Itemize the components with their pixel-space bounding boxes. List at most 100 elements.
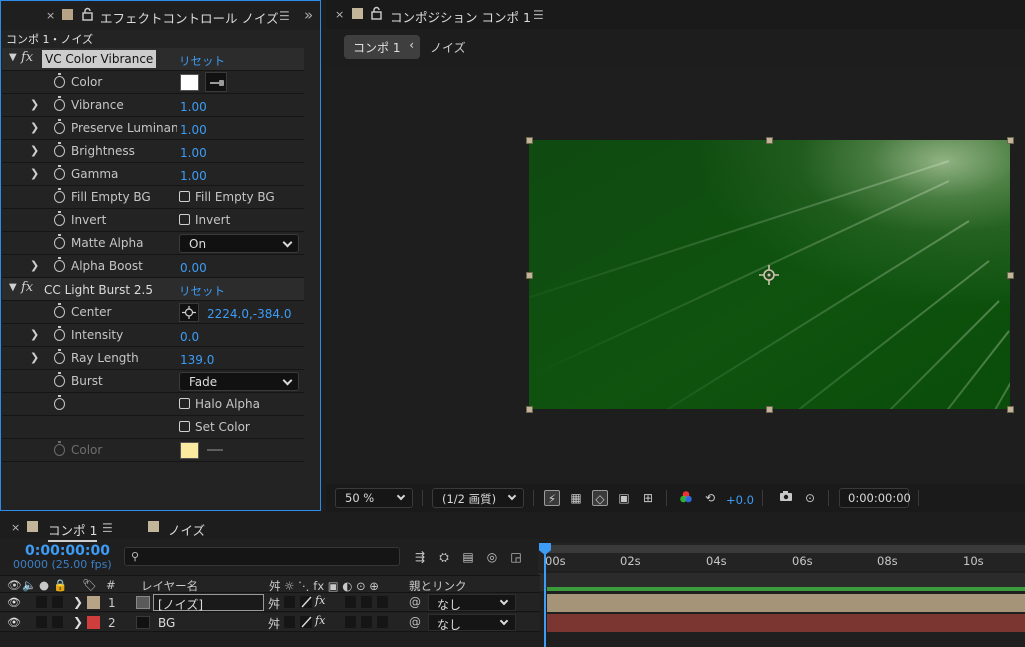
transform-handle[interactable] <box>1007 137 1014 144</box>
mask-path-icon[interactable]: ◇ <box>592 490 608 506</box>
stopwatch-icon[interactable] <box>54 142 65 157</box>
transparency-grid-icon[interactable]: ▦ <box>568 490 584 506</box>
layer-duration-bar[interactable] <box>547 594 1025 612</box>
halo-alpha-checkbox[interactable] <box>179 398 190 409</box>
prop-value[interactable]: 1.00 <box>180 146 207 160</box>
set-color-checkbox[interactable] <box>179 421 190 432</box>
show-snapshot-icon[interactable]: ⊙ <box>802 490 818 506</box>
pick-whip-icon[interactable]: @ <box>409 615 421 629</box>
frame-blend-switch[interactable] <box>345 596 356 608</box>
panel-menu-icon[interactable]: ☰ <box>279 9 290 23</box>
frame-blend-switch[interactable] <box>345 616 356 628</box>
fill-empty-bg-checkbox[interactable] <box>179 191 190 202</box>
breadcrumb-layer[interactable]: ノイズ <box>430 39 466 56</box>
collapse-switch[interactable] <box>284 616 295 628</box>
channels-icon[interactable] <box>678 490 694 506</box>
eyedropper-icon[interactable] <box>205 72 227 92</box>
layer-label-color[interactable] <box>87 596 100 609</box>
lock-column-icon[interactable]: 🔒 <box>53 578 67 592</box>
reset-link[interactable]: リセット <box>179 283 225 299</box>
resolution-dropdown[interactable]: (1/2 画質) <box>432 488 524 508</box>
grid-guides-icon[interactable]: ⊞ <box>640 490 656 506</box>
prop-value[interactable]: 1.00 <box>180 169 207 183</box>
solo-toggle[interactable] <box>36 616 47 628</box>
zoom-dropdown[interactable]: 50 % <box>335 488 413 508</box>
prop-value[interactable]: 139.0 <box>180 353 214 367</box>
stopwatch-icon[interactable] <box>54 234 65 249</box>
fast-previews-icon[interactable]: ⚡ <box>544 490 560 506</box>
timeline-tab-noise[interactable]: ノイズ <box>168 520 205 539</box>
transform-handle[interactable] <box>526 406 533 413</box>
shy-switch-icon[interactable]: ⾇ <box>268 615 280 632</box>
stopwatch-icon[interactable] <box>54 326 65 341</box>
stopwatch-icon[interactable] <box>54 119 65 134</box>
effect-name[interactable]: VC Color Vibrance <box>42 50 157 68</box>
expand-chevron-icon[interactable]: ❯ <box>30 328 39 341</box>
overflow-icon[interactable]: » <box>304 6 313 24</box>
exposure-reset-icon[interactable]: ⟲ <box>702 490 718 506</box>
layer-label-color[interactable] <box>87 616 100 629</box>
reset-link[interactable]: リセット <box>179 53 225 69</box>
lock-icon[interactable] <box>371 6 382 23</box>
transform-handle[interactable] <box>526 272 533 279</box>
composition-viewer[interactable] <box>326 68 1025 482</box>
matte-alpha-dropdown[interactable]: On <box>179 234 299 253</box>
visibility-eye-icon[interactable]: 👁 <box>7 616 21 629</box>
stopwatch-icon[interactable] <box>54 211 65 226</box>
current-timecode[interactable]: 0:00:00:00 <box>25 543 110 559</box>
lock-toggle[interactable] <box>52 616 63 628</box>
label-tag-icon[interactable]: 🏷 <box>82 578 97 592</box>
panel-menu-icon[interactable]: ☰ <box>533 8 544 22</box>
prop-value[interactable]: 2224.0,-384.0 <box>207 307 292 321</box>
effect-header-vc-color-vibrance[interactable]: ▼ fx VC Color Vibrance リセット <box>2 48 304 71</box>
solo-icon[interactable]: ● <box>39 578 49 592</box>
stopwatch-icon[interactable] <box>54 188 65 203</box>
motion-blur-switch[interactable] <box>361 616 372 628</box>
layer-search-input[interactable]: ⚲ <box>124 547 400 566</box>
transform-handle[interactable] <box>526 137 533 144</box>
effect-switch-icon[interactable]: fx <box>315 594 325 607</box>
expand-chevron-icon[interactable]: ❯ <box>30 98 39 111</box>
stopwatch-icon[interactable] <box>54 372 65 387</box>
color-swatch[interactable] <box>180 74 199 91</box>
fx-toggle-icon[interactable]: fx <box>21 50 33 65</box>
effect-name[interactable]: CC Light Burst 2.5 <box>44 283 153 297</box>
composition-mini-flowchart-icon[interactable]: ⇶ <box>412 549 428 565</box>
stopwatch-icon[interactable] <box>54 73 65 88</box>
expand-chevron-icon[interactable]: ❯ <box>30 259 39 272</box>
point-picker-icon[interactable] <box>179 303 199 322</box>
effect-controls-tab-title[interactable]: エフェクトコントロール ノイズ <box>100 8 279 27</box>
parent-dropdown[interactable]: なし <box>428 614 516 632</box>
close-tab-icon[interactable]: × <box>46 9 55 22</box>
visibility-eye-icon[interactable]: 👁 <box>7 596 21 609</box>
eye-icon[interactable]: 👁 <box>7 578 22 592</box>
speaker-icon[interactable]: 🔈 <box>22 578 36 592</box>
motion-blur-icon[interactable]: ◲ <box>508 549 524 565</box>
breadcrumb-comp[interactable]: コンポ 1 ‹ <box>344 35 420 59</box>
quality-switch-icon[interactable] <box>300 616 312 628</box>
quality-switch-icon[interactable] <box>300 596 312 608</box>
expand-chevron-icon[interactable]: ❯ <box>30 144 39 157</box>
layer-name-header[interactable]: レイヤー名 <box>141 578 198 594</box>
draft-3d-icon[interactable]: ⛭ <box>436 549 452 565</box>
close-tab-icon[interactable]: × <box>11 521 20 534</box>
close-tab-icon[interactable]: × <box>335 8 344 21</box>
stopwatch-icon[interactable] <box>54 165 65 180</box>
exposure-value[interactable]: +0.0 <box>726 493 754 507</box>
prop-value[interactable]: 1.00 <box>180 123 207 137</box>
collapse-chevron-icon[interactable]: ▼ <box>9 282 17 293</box>
adjustment-switch[interactable] <box>377 596 388 608</box>
stopwatch-icon[interactable] <box>54 303 65 318</box>
transform-handle[interactable] <box>766 137 773 144</box>
expand-chevron-icon[interactable]: ❯ <box>73 615 83 629</box>
layer-row[interactable]: 👁 ❯ 2 BG ⾇ fx @ なし <box>0 613 540 632</box>
transform-handle[interactable] <box>766 406 773 413</box>
adjustment-switch[interactable] <box>377 616 388 628</box>
shy-layers-icon[interactable]: ▤ <box>460 549 476 565</box>
effect-switch-icon[interactable]: fx <box>315 614 325 627</box>
stopwatch-icon[interactable] <box>54 96 65 111</box>
layer-name[interactable]: BG <box>158 616 175 630</box>
invert-checkbox[interactable] <box>179 214 190 225</box>
solo-toggle[interactable] <box>36 596 47 608</box>
panel-menu-icon[interactable]: ☰ <box>102 521 113 535</box>
